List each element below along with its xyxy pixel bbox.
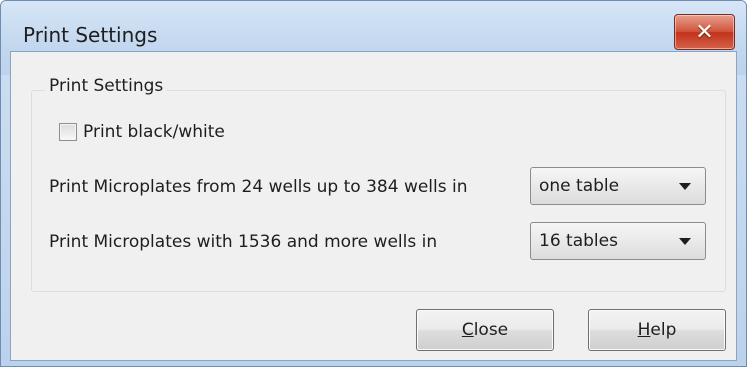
- close-icon: ✕: [695, 19, 714, 45]
- microplates-1536-value: 16 tables: [539, 231, 618, 251]
- print-bw-checkbox[interactable]: [59, 123, 77, 141]
- close-button-label: lose: [473, 320, 509, 340]
- window-title: Print Settings: [23, 23, 158, 47]
- microplates-24-384-select[interactable]: one table: [530, 167, 706, 205]
- chevron-down-icon[interactable]: [679, 182, 691, 190]
- microplates-1536-label: Print Microplates with 1536 and more wel…: [49, 232, 438, 252]
- help-button-mnemonic: H: [637, 320, 651, 340]
- help-button-label: elp: [650, 320, 677, 340]
- microplates-24-384-value: one table: [539, 176, 620, 196]
- group-label: Print Settings: [45, 76, 168, 96]
- print-bw-option[interactable]: Print black/white: [59, 122, 225, 142]
- close-button-mnemonic: C: [461, 320, 474, 340]
- microplates-24-384-label: Print Microplates from 24 wells up to 38…: [49, 177, 468, 197]
- microplates-1536-select[interactable]: 16 tables: [530, 222, 706, 260]
- chevron-down-icon[interactable]: [679, 237, 691, 245]
- window-close-button[interactable]: ✕: [674, 14, 735, 50]
- help-button[interactable]: Help: [588, 309, 726, 351]
- print-bw-label[interactable]: Print black/white: [83, 122, 225, 142]
- dialog-body: Print Settings Print black/white Print M…: [10, 51, 737, 361]
- print-settings-dialog: Print Settings ✕ Print Settings Print bl…: [0, 0, 747, 367]
- close-button[interactable]: Close: [416, 309, 554, 351]
